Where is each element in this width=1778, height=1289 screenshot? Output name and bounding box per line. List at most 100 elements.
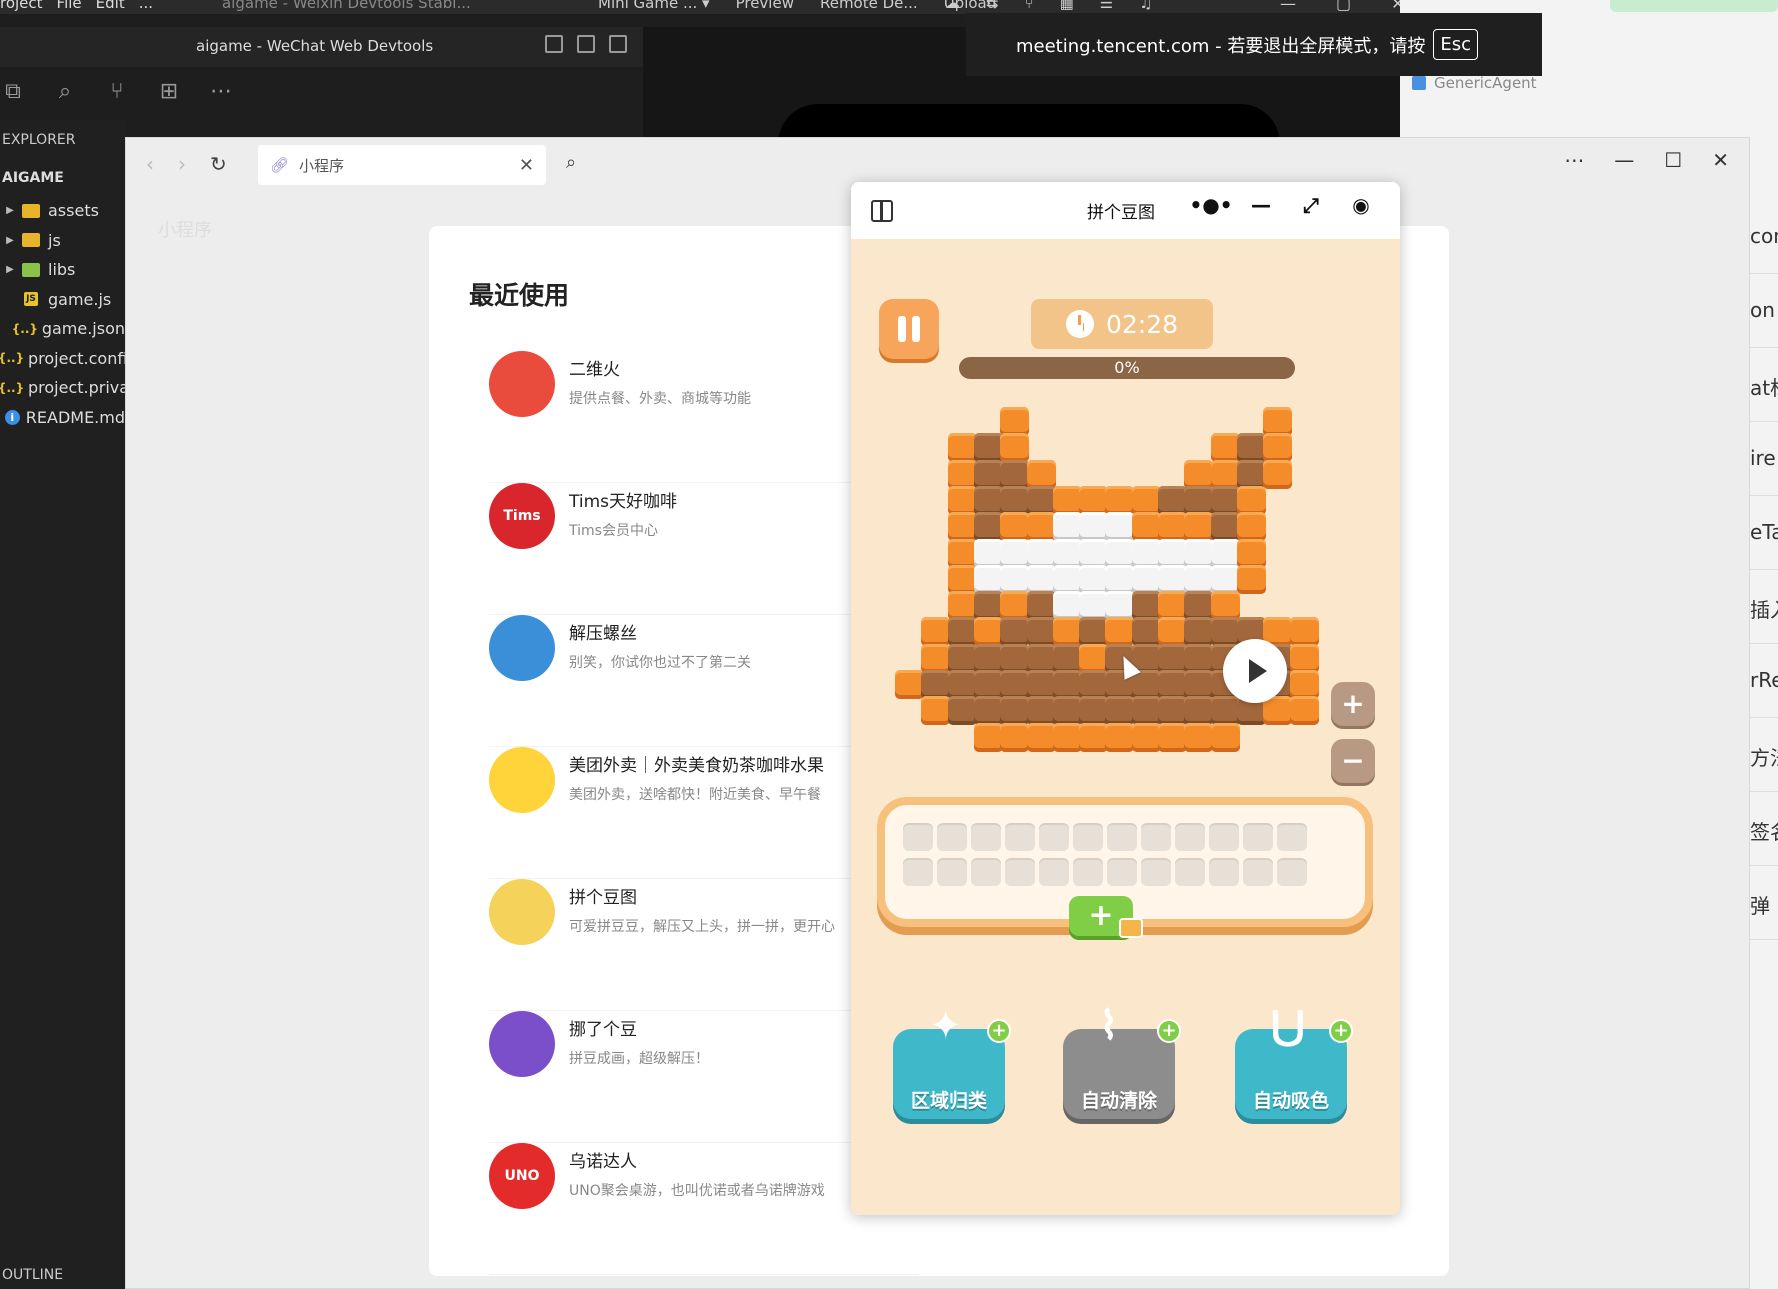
- bead-cell[interactable]: [1026, 512, 1056, 542]
- menu-file[interactable]: File: [57, 0, 82, 12]
- tray-slot[interactable]: [1005, 858, 1035, 886]
- bead-cell[interactable]: [1105, 591, 1135, 621]
- bead-cell[interactable]: [947, 512, 977, 542]
- tree-item-project-config[interactable]: {..}project.config.json: [0, 344, 125, 374]
- bead-cell[interactable]: [1210, 433, 1240, 463]
- bead-cell[interactable]: [1079, 696, 1109, 726]
- bead-cell[interactable]: [1079, 564, 1109, 594]
- bead-cell[interactable]: [1158, 643, 1187, 673]
- bead-cell[interactable]: [1210, 459, 1240, 489]
- bead-cell[interactable]: [1131, 591, 1161, 621]
- bead-cell[interactable]: [947, 617, 977, 647]
- bead-cell[interactable]: [921, 670, 951, 699]
- bead-cell[interactable]: [1079, 485, 1109, 515]
- bead-cell[interactable]: [1105, 722, 1135, 752]
- bead-cell[interactable]: [1131, 722, 1161, 752]
- tray-slot[interactable]: [971, 823, 1001, 851]
- bead-cell[interactable]: [1236, 512, 1266, 542]
- preview-button[interactable]: Preview: [736, 0, 794, 12]
- bead-cell[interactable]: [1184, 722, 1214, 752]
- bead-cell[interactable]: [1131, 617, 1161, 647]
- grid-icon[interactable]: ▦: [1060, 0, 1074, 12]
- bead-cell[interactable]: [1079, 722, 1109, 752]
- bead-cell[interactable]: [1158, 591, 1187, 621]
- side-list-item[interactable]: at标: [1750, 348, 1778, 422]
- bead-cell[interactable]: [1079, 591, 1109, 621]
- bead-cell[interactable]: [1236, 433, 1266, 463]
- bead-cell[interactable]: [1052, 591, 1082, 621]
- bead-cell[interactable]: [973, 459, 1003, 489]
- bead-cell[interactable]: [973, 670, 1003, 699]
- play-button[interactable]: [1223, 639, 1287, 703]
- search-icon[interactable]: ⌕: [52, 79, 78, 104]
- more-icon[interactable]: ⋯: [1564, 148, 1584, 172]
- generic-agent-tab[interactable]: GenericAgent: [1412, 74, 1537, 92]
- bead-cell[interactable]: [1158, 564, 1187, 594]
- tray-slot[interactable]: [971, 858, 1001, 886]
- bead-cell[interactable]: [973, 643, 1003, 673]
- bead-cell[interactable]: [1052, 485, 1082, 515]
- bead-cell[interactable]: [1026, 696, 1056, 726]
- tree-item-assets[interactable]: ▶ assets: [0, 196, 125, 226]
- bead-cell[interactable]: [973, 564, 1003, 594]
- bead-cell[interactable]: [1026, 670, 1056, 699]
- swap-icon[interactable]: ⇆: [986, 0, 999, 12]
- expand-icon[interactable]: ⤢: [1286, 193, 1336, 217]
- bead-cell[interactable]: [1000, 591, 1030, 621]
- side-list-item[interactable]: ire: [1750, 422, 1778, 496]
- bead-cell[interactable]: [1210, 485, 1240, 515]
- bead-cell[interactable]: [1184, 564, 1214, 594]
- tree-item-libs[interactable]: ▶ libs: [0, 255, 125, 285]
- bead-cell[interactable]: [973, 722, 1003, 752]
- tray-slot[interactable]: [1243, 858, 1273, 886]
- bead-cell[interactable]: [1026, 485, 1056, 515]
- tree-item-project-private[interactable]: {..}project.private.config.json: [0, 373, 125, 403]
- bead-cell[interactable]: [947, 459, 977, 489]
- menu-dots-icon[interactable]: •●•: [1186, 193, 1236, 217]
- bead-cell[interactable]: [1263, 696, 1293, 726]
- bead-cell[interactable]: [1026, 538, 1056, 568]
- tray-slot[interactable]: [1141, 858, 1171, 886]
- side-list-item[interactable]: 签名: [1750, 792, 1778, 866]
- bead-cell[interactable]: [1052, 643, 1082, 673]
- bead-cell[interactable]: [1105, 696, 1135, 726]
- bead-cell[interactable]: [1026, 564, 1056, 594]
- bead-cell[interactable]: [1026, 591, 1056, 621]
- tray-slot[interactable]: [1005, 823, 1035, 851]
- bead-cell[interactable]: [973, 696, 1003, 726]
- menu-more[interactable]: ...: [139, 0, 153, 12]
- more-icon[interactable]: ⋯: [208, 79, 234, 104]
- bead-cell[interactable]: [1000, 485, 1030, 515]
- bead-cell[interactable]: [1052, 538, 1082, 568]
- files-icon[interactable]: ⧉: [0, 79, 26, 104]
- bead-cell[interactable]: [1158, 485, 1187, 515]
- bead-cell[interactable]: [1158, 670, 1187, 699]
- bead-cell[interactable]: [1079, 617, 1109, 647]
- bead-cell[interactable]: [973, 617, 1003, 647]
- tree-item-game-js[interactable]: JS game.js: [0, 285, 125, 315]
- bead-cell[interactable]: [973, 485, 1003, 515]
- bead-cell[interactable]: [1184, 696, 1214, 726]
- bead-cell[interactable]: [1000, 696, 1030, 726]
- restore-icon[interactable]: ▢: [1336, 0, 1351, 13]
- zoom-in-button[interactable]: +: [1331, 682, 1375, 726]
- layout-icon[interactable]: [871, 200, 893, 222]
- bead-cell[interactable]: [1131, 512, 1161, 542]
- bead-cell[interactable]: [1184, 485, 1214, 515]
- bead-cell[interactable]: [1263, 407, 1293, 436]
- remote-debug-button[interactable]: Remote De...: [820, 0, 918, 12]
- bead-cell[interactable]: [1052, 564, 1082, 594]
- tray-slot[interactable]: [1175, 858, 1205, 886]
- bead-cell[interactable]: [1158, 512, 1187, 542]
- bead-cell[interactable]: [1000, 538, 1030, 568]
- bell-icon[interactable]: ♫: [1139, 0, 1152, 12]
- refresh-icon[interactable]: ↻: [210, 152, 227, 176]
- bead-cell[interactable]: [1079, 643, 1109, 673]
- bead-cell[interactable]: [1184, 670, 1214, 699]
- tray-slot[interactable]: [903, 858, 933, 886]
- mode-select[interactable]: Mini Game ... ▾: [598, 0, 710, 12]
- clear-icon[interactable]: ✕: [519, 155, 534, 176]
- bead-cell[interactable]: [1052, 670, 1082, 699]
- bead-cell[interactable]: [1158, 617, 1187, 647]
- bead-cell[interactable]: [1184, 512, 1214, 542]
